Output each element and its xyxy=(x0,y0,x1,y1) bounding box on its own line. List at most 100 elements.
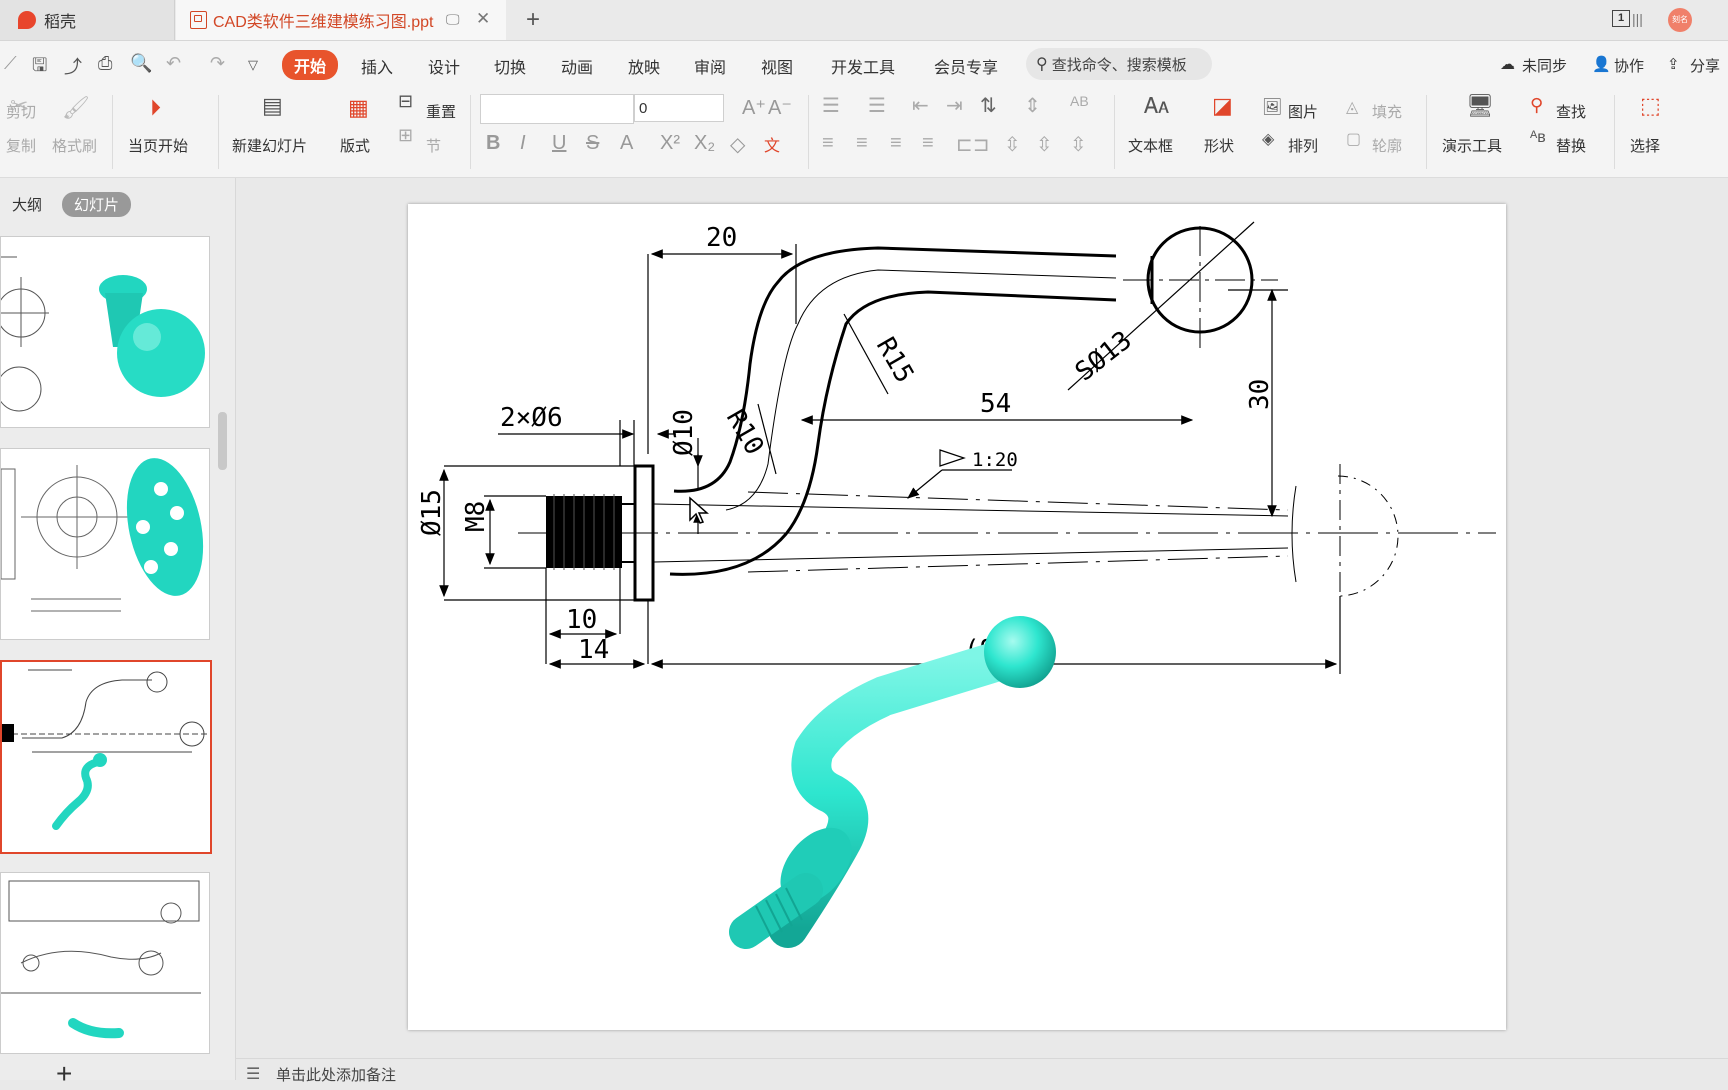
new-tab-button[interactable]: + xyxy=(526,6,540,34)
new-slide-button[interactable]: 新建幻灯片 xyxy=(232,135,307,156)
font-size-select[interactable]: 0 xyxy=(634,94,724,122)
italic-icon[interactable]: I xyxy=(520,132,526,155)
print-preview-icon[interactable]: 🔍 xyxy=(130,53,152,74)
columns-icon[interactable]: ⇳ xyxy=(1070,132,1087,157)
sort-icon[interactable]: ⇅ xyxy=(980,93,997,118)
slide-thumbnail[interactable] xyxy=(0,236,210,428)
increase-font-icon[interactable]: A⁺ xyxy=(742,95,766,120)
line-spacing-icon[interactable]: ⇕ xyxy=(1024,93,1041,118)
distribute-icon[interactable]: ⊏⊐ xyxy=(956,132,990,157)
align-center-icon[interactable]: ≡ xyxy=(856,132,868,155)
menu-design[interactable]: 设计 xyxy=(428,54,460,78)
textbox-button[interactable]: 文本框 xyxy=(1128,135,1173,156)
font-family-select[interactable] xyxy=(480,94,634,124)
font-color-icon[interactable]: A xyxy=(620,132,633,155)
collaborate-icon: 👤 xyxy=(1592,56,1611,73)
ball-phantom xyxy=(1337,475,1399,597)
strikethrough-icon[interactable]: S xyxy=(586,132,599,155)
select-button[interactable]: 选择 xyxy=(1630,135,1660,156)
slide-thumbnail[interactable] xyxy=(0,448,210,640)
reset-button[interactable]: 重置 xyxy=(426,101,456,122)
cut-button[interactable]: 剪切 xyxy=(6,101,36,122)
notes-placeholder: 单击此处添加备注 xyxy=(276,1067,397,1084)
tab-bar: 稻壳 CAD类软件三维建模练习图.ppt 🖵 ✕ + 1 ||| 刻名 xyxy=(0,0,1728,41)
close-tab-icon[interactable]: ✕ xyxy=(476,9,490,29)
pin-icon[interactable]: 🖵 xyxy=(446,11,460,28)
indent-spacing-icon[interactable]: ⇳ xyxy=(1036,132,1053,157)
undo-icon[interactable]: ↶ xyxy=(166,53,181,74)
ribbon-home: ✂ 剪切 复制 🖌 格式刷 ⏵ 当页开始 ▤ 新建幻灯片 ▦ 版式 ⊟ 重置 ⊞… xyxy=(0,89,1728,178)
present-tools-button[interactable]: 演示工具 xyxy=(1442,135,1502,156)
menu-animation[interactable]: 动画 xyxy=(561,54,593,78)
section-button[interactable]: 节 xyxy=(426,135,441,156)
separator xyxy=(808,95,809,169)
avatar[interactable]: 刻名 xyxy=(1668,8,1692,32)
shape-icon: ◪ xyxy=(1212,93,1233,118)
shape-button[interactable]: 形状 xyxy=(1204,135,1234,156)
bullet-list-icon[interactable]: ☰ xyxy=(822,93,840,118)
redo-icon[interactable]: ↷ xyxy=(210,53,225,74)
number-list-icon[interactable]: ☰ xyxy=(868,93,886,118)
underline-icon[interactable]: U xyxy=(552,132,566,155)
select-icon: ⬚ xyxy=(1640,93,1661,118)
copy-button[interactable]: 复制 xyxy=(6,135,36,156)
tab-home-label: 稻壳 xyxy=(44,14,77,31)
section-icon: ⊞ xyxy=(398,125,414,145)
print-icon[interactable]: ⎙ xyxy=(98,53,112,74)
slide-canvas[interactable]: 20 2×Ø6 Ø10 R10 R15 SØ13 54 30 1:20 Ø15 … xyxy=(408,204,1506,1030)
text-direction-icon[interactable]: AB xyxy=(1070,93,1089,109)
increase-indent-icon[interactable]: ⇥ xyxy=(946,93,963,118)
menu-insert[interactable]: 插入 xyxy=(361,54,393,78)
menu-transition[interactable]: 切换 xyxy=(494,54,526,78)
slide-thumbnail-selected[interactable] xyxy=(0,660,212,854)
command-search[interactable]: ⚲ 查找命令、搜索模板 xyxy=(1026,48,1212,80)
phonetic-icon[interactable]: 文 xyxy=(764,132,780,156)
sync-status[interactable]: 未同步 xyxy=(1522,55,1567,76)
align-right-icon[interactable]: ≡ xyxy=(890,132,902,155)
collapse-icon[interactable]: ⟋ xyxy=(4,53,17,74)
share-button[interactable]: 分享 xyxy=(1690,55,1720,76)
arrange-button[interactable]: 排列 xyxy=(1288,135,1318,156)
collaborate-button[interactable]: 协作 xyxy=(1614,55,1644,76)
clear-format-icon[interactable]: ◇ xyxy=(730,132,745,157)
picture-button[interactable]: 图片 xyxy=(1288,101,1318,122)
subscript-icon[interactable]: X₂ xyxy=(694,132,715,155)
bold-icon[interactable]: B xyxy=(486,132,500,155)
outline-tab[interactable]: 大纲 xyxy=(12,194,42,215)
save-icon[interactable]: 🖫 xyxy=(32,53,47,83)
find-button[interactable]: 查找 xyxy=(1556,101,1586,122)
from-current-button[interactable]: 当页开始 xyxy=(128,135,188,156)
tab-home[interactable]: 稻壳 xyxy=(0,0,175,40)
share-export-icon[interactable]: ⤴ xyxy=(64,53,82,79)
format-painter-button[interactable]: 格式刷 xyxy=(52,135,97,156)
slides-tab[interactable]: 幻灯片 xyxy=(62,192,132,217)
notes-bar[interactable]: ☰ 单击此处添加备注 xyxy=(236,1058,1728,1084)
decrease-font-icon[interactable]: A⁻ xyxy=(768,95,792,120)
menu-slideshow[interactable]: 放映 xyxy=(628,54,660,78)
fill-button[interactable]: 填充 xyxy=(1372,101,1402,122)
para-spacing-icon[interactable]: ⇳ xyxy=(1004,132,1021,157)
page-count-icon[interactable]: 1 xyxy=(1612,10,1630,27)
menu-review[interactable]: 审阅 xyxy=(694,54,726,78)
slide-thumbnail[interactable] xyxy=(0,872,210,1054)
menu-view[interactable]: 视图 xyxy=(761,54,793,78)
slide-panel: 大纲 幻灯片 + xyxy=(0,178,236,1089)
superscript-icon[interactable]: X² xyxy=(660,132,680,155)
decrease-indent-icon[interactable]: ⇤ xyxy=(912,93,929,118)
add-slide-button[interactable]: + xyxy=(56,1058,72,1090)
replace-button[interactable]: 替换 xyxy=(1556,135,1586,156)
layout-button[interactable]: 版式 xyxy=(340,135,370,156)
menu-member[interactable]: 会员专享 xyxy=(934,54,998,78)
customize-dropdown-icon[interactable]: ▽ xyxy=(248,57,258,73)
separator xyxy=(470,95,471,169)
outline-button[interactable]: 轮廓 xyxy=(1372,135,1402,156)
menu-home[interactable]: 开始 xyxy=(282,50,339,80)
panel-scrollbar[interactable] xyxy=(218,412,227,470)
tab-document[interactable]: CAD类软件三维建模练习图.ppt 🖵 ✕ xyxy=(176,0,506,40)
layout-icon: ▦ xyxy=(348,95,369,120)
separator xyxy=(1426,95,1427,169)
menu-developer[interactable]: 开发工具 xyxy=(831,54,895,78)
justify-icon[interactable]: ≡ xyxy=(922,132,934,155)
align-left-icon[interactable]: ≡ xyxy=(822,132,834,155)
layout-bars-icon[interactable]: ||| xyxy=(1632,11,1643,27)
